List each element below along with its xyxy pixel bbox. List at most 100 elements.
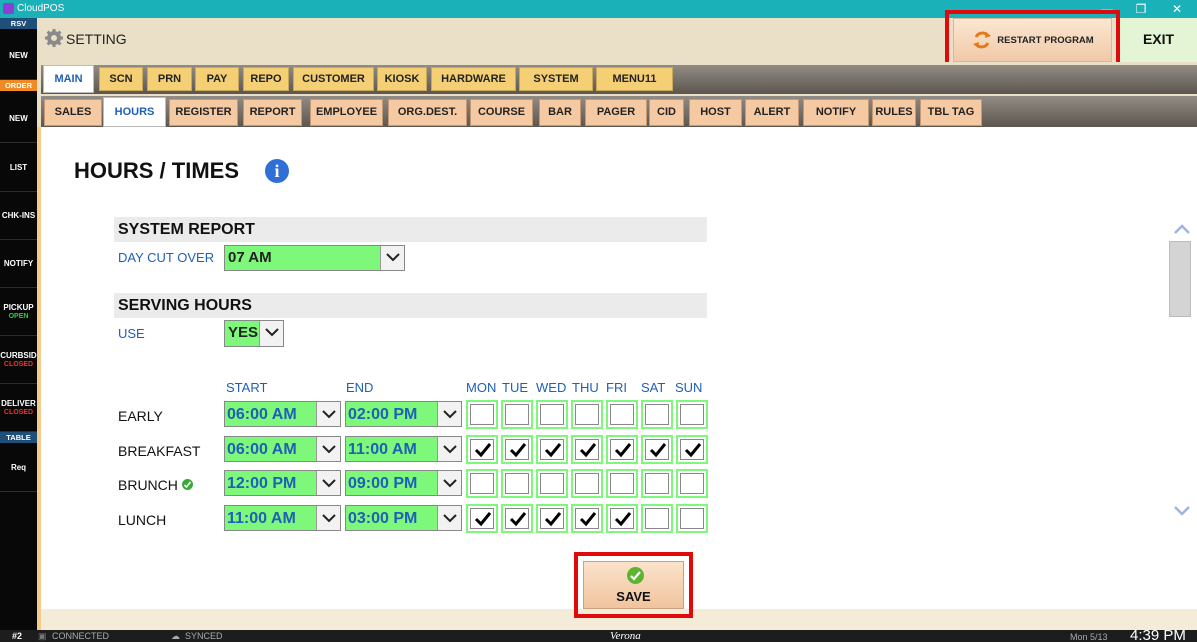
lunch-tue-checkbox[interactable] [501,504,533,533]
lunch-fri-checkbox[interactable] [606,504,638,533]
sidebar-item-pickup[interactable]: PICKUP OPEN [0,288,37,336]
breakfast-tue-checkbox[interactable] [501,435,533,464]
sub-tab-notify[interactable]: NOTIFY [803,99,869,126]
sub-tab-host[interactable]: HOST [689,99,742,126]
scroll-up-icon[interactable] [1173,223,1191,235]
breakfast-sun-checkbox[interactable] [676,435,708,464]
sidebar-item-label: CHK-INS [1,211,36,220]
main-tab-hardware[interactable]: HARDWARE [431,67,516,91]
use-value: YES [228,324,259,341]
sub-tab-employee[interactable]: EMPLOYEE [310,99,383,126]
exit-button[interactable]: EXIT [1120,18,1197,62]
restart-highlight-box: RESTART PROGRAM [945,10,1120,70]
restore-button[interactable]: ❐ [1124,0,1158,18]
early-tue-checkbox[interactable] [501,400,533,429]
early-wed-checkbox[interactable] [536,400,568,429]
close-button[interactable]: ✕ [1160,0,1194,18]
sub-tab-org-dest-[interactable]: ORG.DEST. [388,99,467,126]
lunch-wed-checkbox[interactable] [536,504,568,533]
info-icon[interactable]: i [265,159,289,183]
brunch-fri-checkbox[interactable] [606,469,638,498]
early-thu-checkbox[interactable] [571,400,603,429]
main-tab-menu11[interactable]: MENU11 [596,67,673,91]
time-value: 03:00 PM [348,510,418,527]
main-tab-kiosk[interactable]: KIOSK [377,67,427,91]
use-select[interactable]: YES [224,320,284,347]
breakfast-fri-checkbox[interactable] [606,435,638,464]
lunch-sat-checkbox[interactable] [641,504,673,533]
sub-tab-tbl-tag[interactable]: TBL TAG [920,99,982,126]
vertical-scrollbar[interactable] [1167,217,1196,527]
sidebar-item-label: NEW [9,50,28,60]
checkmark-icon [544,443,562,458]
meal-period-breakfast: BREAKFAST [118,443,200,459]
breakfast-end-time-select[interactable]: 11:00 AM [345,436,462,462]
restart-program-button[interactable]: RESTART PROGRAM [953,18,1112,62]
main-tab-system[interactable]: SYSTEM [519,67,593,91]
chevron-down-icon [443,479,457,488]
brunch-start-time-select[interactable]: 12:00 PM [224,470,341,496]
sidebar-item-list[interactable]: LIST [0,143,37,192]
early-end-time-select[interactable]: 02:00 PM [345,401,462,427]
sub-tab-register[interactable]: REGISTER [169,99,238,126]
main-tab-pay[interactable]: PAY [195,67,239,91]
save-button[interactable]: SAVE [583,561,684,609]
lunch-end-time-select[interactable]: 03:00 PM [345,505,462,531]
main-tab-prn[interactable]: PRN [147,67,192,91]
app-window: CloudPOS — ❐ ✕ RSV NEW ORDER NEW LIST CHK-INS… [0,0,1197,642]
lunch-mon-checkbox[interactable] [466,504,498,533]
sidebar-header-table: TABLE [0,432,37,443]
brunch-tue-checkbox[interactable] [501,469,533,498]
scrollbar-thumb[interactable] [1169,241,1191,317]
sub-tab-rules[interactable]: RULES [872,99,916,126]
lunch-thu-checkbox[interactable] [571,504,603,533]
breakfast-thu-checkbox[interactable] [571,435,603,464]
chevron-down-icon [443,410,457,419]
chevron-down-icon [386,253,400,262]
lunch-start-time-select[interactable]: 11:00 AM [224,505,341,531]
brunch-sun-checkbox[interactable] [676,469,708,498]
brunch-thu-checkbox[interactable] [571,469,603,498]
sidebar-item-curbsid[interactable]: CURBSID CLOSED [0,336,37,384]
sub-tab-cid[interactable]: CID [649,99,684,126]
sidebar-item-new[interactable]: NEW [0,94,37,143]
early-fri-checkbox[interactable] [606,400,638,429]
sub-tab-report[interactable]: REPORT [243,99,302,126]
main-tab-scn[interactable]: SCN [99,67,143,91]
scroll-down-icon[interactable] [1173,505,1191,517]
sidebar-item-deliver[interactable]: DELIVER CLOSED [0,384,37,432]
system-report-heading: SYSTEM REPORT [114,217,707,242]
early-sun-checkbox[interactable] [676,400,708,429]
sub-tab-bar[interactable]: BAR [539,99,581,126]
breakfast-start-time-select[interactable]: 06:00 AM [224,436,341,462]
time-value: 06:00 AM [227,441,297,458]
brunch-sat-checkbox[interactable] [641,469,673,498]
sidebar-item-req[interactable]: Req [0,443,37,492]
main-tab-customer[interactable]: CUSTOMER [293,67,374,91]
sub-tab-hours[interactable]: HOURS [103,97,166,127]
sub-tab-bar: SALES HOURS REGISTER REPORT EMPLOYEE ORG.DEST… [37,94,1197,127]
breakfast-sat-checkbox[interactable] [641,435,673,464]
breakfast-mon-checkbox[interactable] [466,435,498,464]
early-start-time-select[interactable]: 06:00 AM [224,401,341,427]
early-mon-checkbox[interactable] [466,400,498,429]
brunch-end-time-select[interactable]: 09:00 PM [345,470,462,496]
breakfast-wed-checkbox[interactable] [536,435,568,464]
brunch-wed-checkbox[interactable] [536,469,568,498]
sub-tab-alert[interactable]: ALERT [745,99,799,126]
page-section-title: SETTING [66,31,127,47]
sidebar-item-new[interactable]: NEW [0,31,37,80]
sub-tab-pager[interactable]: PAGER [585,99,647,126]
day-header-tue: TUE [502,380,528,395]
brunch-mon-checkbox[interactable] [466,469,498,498]
sub-tab-sales[interactable]: SALES [44,99,102,126]
main-tab-main[interactable]: MAIN [43,65,94,93]
sidebar-item-notify[interactable]: NOTIFY [0,240,37,288]
day-cut-over-select[interactable]: 07 AM [224,245,405,271]
main-tab-repo[interactable]: REPO [243,67,289,91]
lunch-sun-checkbox[interactable] [676,504,708,533]
sub-tab-course[interactable]: COURSE [470,99,533,126]
early-sat-checkbox[interactable] [641,400,673,429]
sidebar-item-chk-ins[interactable]: CHK-INS [0,192,37,240]
checkmark-icon [509,443,527,458]
